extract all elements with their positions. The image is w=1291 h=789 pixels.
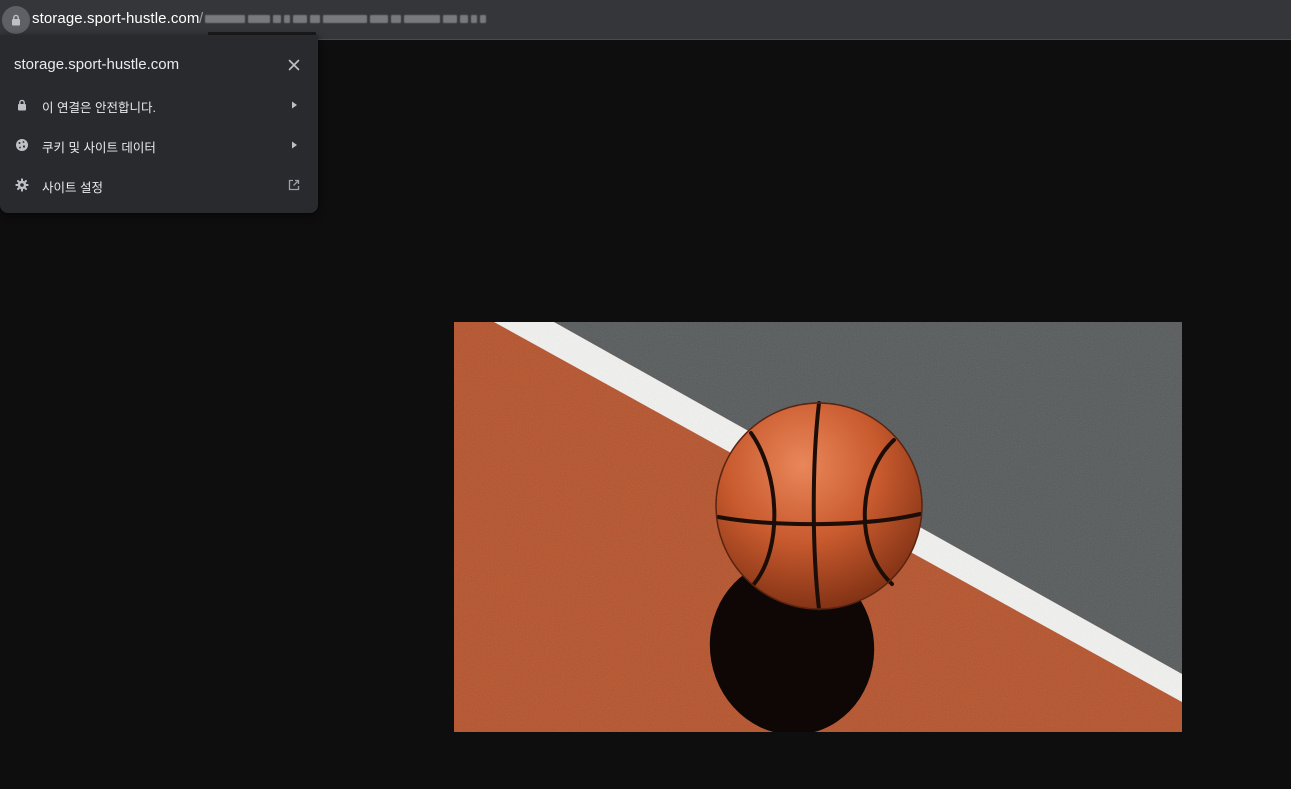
site-settings-item[interactable]: 사이트 설정 (0, 165, 318, 205)
gear-icon (15, 178, 29, 192)
url-path-prefix: / (199, 10, 204, 27)
site-info-popup: storage.sport-hustle.com 이 연결은 안전합니다. 쿠키… (0, 35, 318, 213)
basketball-photo (454, 322, 1182, 732)
popup-title: storage.sport-hustle.com (14, 56, 180, 73)
external-link-icon (288, 179, 300, 191)
close-button[interactable] (284, 55, 304, 75)
site-settings-label: 사이트 설정 (42, 181, 103, 195)
connection-secure-label: 이 연결은 안전합니다. (42, 101, 156, 115)
url-path-redacted (205, 14, 525, 24)
cookies-site-data-item[interactable]: 쿠키 및 사이트 데이터 (0, 125, 318, 165)
connection-secure-item[interactable]: 이 연결은 안전합니다. (0, 85, 318, 125)
close-icon (288, 59, 300, 71)
chevron-right-icon (292, 101, 297, 109)
address-bar[interactable]: storage.sport-hustle.com / (0, 0, 1291, 40)
cookie-icon (16, 139, 28, 151)
lock-icon (18, 99, 26, 111)
cookies-site-data-label: 쿠키 및 사이트 데이터 (42, 141, 156, 155)
url-host: storage.sport-hustle.com (32, 10, 200, 27)
site-info-button[interactable] (2, 6, 30, 34)
chevron-right-icon (292, 141, 297, 149)
lock-icon (12, 14, 20, 26)
basketball-court-image (454, 322, 1182, 732)
